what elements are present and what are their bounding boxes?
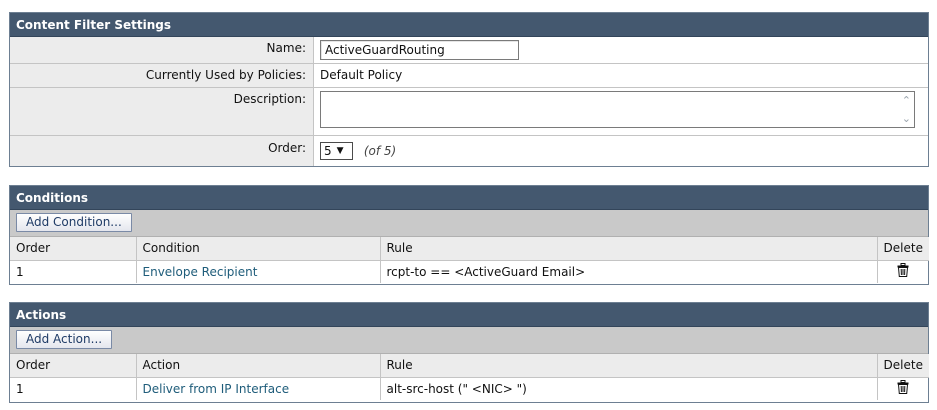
description-row: Description: ⌃ ⌄ (10, 88, 928, 136)
order-select[interactable]: 5 ▼ (320, 142, 353, 160)
column-header-order: Order (10, 354, 137, 378)
used-by-value: Default Policy (320, 68, 403, 82)
order-total-note: (of 5) (363, 144, 397, 158)
table-row: 1 Deliver from IP Interface alt-src-host… (10, 377, 929, 400)
chevron-down-icon[interactable]: ⌄ (902, 113, 911, 124)
name-input[interactable] (320, 40, 519, 60)
add-condition-button[interactable]: Add Condition... (16, 213, 132, 232)
condition-rule-cell: rcpt-to == <ActiveGuard Email> (380, 260, 878, 283)
order-select-value: 5 (324, 144, 332, 158)
used-by-label: Currently Used by Policies: (10, 64, 314, 87)
conditions-table: Order Condition Rule Delete 1 Envelope R… (10, 237, 929, 283)
column-header-delete: Delete (877, 354, 929, 378)
trash-icon[interactable] (897, 263, 909, 280)
actions-panel: Actions Add Action... Order Action Rule … (9, 302, 929, 403)
conditions-panel-title: Conditions (10, 186, 928, 210)
name-label: Name: (10, 37, 314, 63)
column-header-condition: Condition (136, 237, 381, 261)
actions-header-row: Order Action Rule Delete (10, 354, 929, 378)
table-row: 1 Envelope Recipient rcpt-to == <ActiveG… (10, 260, 929, 283)
column-header-order: Order (10, 237, 137, 261)
conditions-header-row: Order Condition Rule Delete (10, 237, 929, 261)
settings-panel-title: Content Filter Settings (10, 13, 928, 37)
description-label: Description: (10, 88, 314, 135)
add-action-button[interactable]: Add Action... (16, 330, 113, 349)
conditions-panel: Conditions Add Condition... Order Condit… (9, 185, 929, 285)
description-textarea[interactable]: ⌃ ⌄ (320, 91, 915, 128)
action-rule-cell: alt-src-host (" <NIC> ") (380, 377, 878, 400)
action-order-cell: 1 (10, 377, 137, 400)
chevron-down-icon: ▼ (336, 146, 344, 156)
action-link[interactable]: Deliver from IP Interface (143, 382, 290, 396)
actions-panel-title: Actions (10, 303, 928, 327)
name-row: Name: (10, 37, 928, 64)
condition-link[interactable]: Envelope Recipient (143, 265, 258, 279)
column-header-rule: Rule (380, 237, 878, 261)
order-row: Order: 5 ▼ (of 5) (10, 136, 928, 166)
chevron-up-icon[interactable]: ⌃ (902, 95, 911, 106)
column-header-rule: Rule (380, 354, 878, 378)
conditions-toolbar: Add Condition... (10, 210, 928, 237)
column-header-delete: Delete (877, 237, 929, 261)
order-label: Order: (10, 136, 314, 166)
actions-table: Order Action Rule Delete 1 Deliver from … (10, 354, 929, 400)
used-by-row: Currently Used by Policies: Default Poli… (10, 64, 928, 88)
condition-order-cell: 1 (10, 260, 137, 283)
trash-icon[interactable] (897, 380, 909, 397)
content-filter-settings-panel: Content Filter Settings Name: Currently … (9, 12, 929, 167)
column-header-action: Action (136, 354, 381, 378)
actions-toolbar: Add Action... (10, 327, 928, 354)
